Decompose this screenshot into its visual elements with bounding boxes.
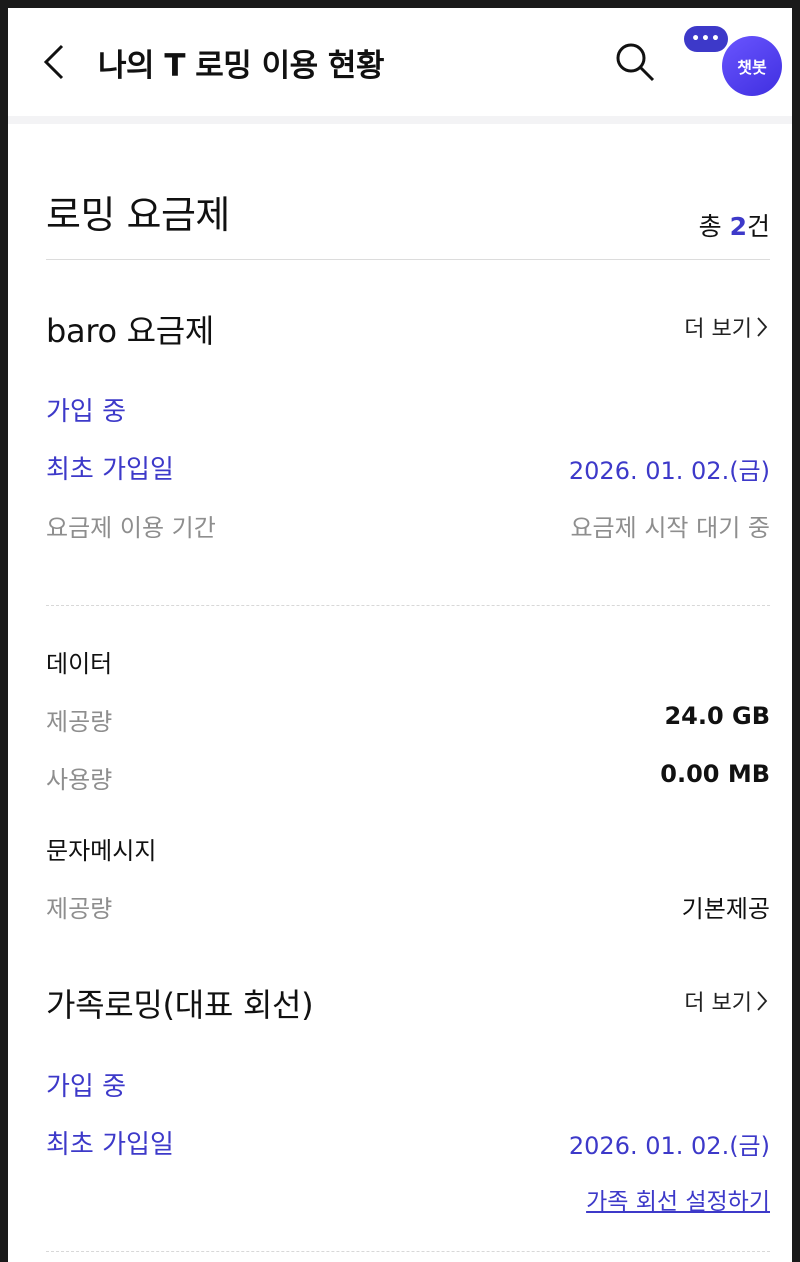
sms-heading: 문자메시지: [46, 837, 157, 865]
total-count: 총 2건: [698, 212, 770, 241]
chevron-right-icon: [757, 317, 768, 337]
chevron-right-icon: [757, 991, 768, 1011]
plan-more-button[interactable]: 더 보기: [684, 311, 768, 343]
chatbot-button[interactable]: ••• 챗봇: [684, 26, 784, 106]
data-provided-label: 제공량: [46, 708, 113, 736]
dashed-divider: [46, 605, 770, 606]
section-divider: [46, 259, 770, 260]
search-icon: [616, 43, 655, 82]
back-button[interactable]: [38, 42, 68, 82]
status-badge: 가입 중: [46, 1072, 127, 1102]
data-used-label: 사용량: [46, 766, 113, 794]
chat-dots-icon: •••: [684, 26, 728, 52]
sms-provided-value: 기본제공: [681, 895, 770, 923]
period-value: 요금제 시작 대기 중: [570, 514, 770, 542]
first-join-label: 최초 가입일: [46, 1130, 174, 1160]
plan-name: baro 요금제: [46, 312, 215, 350]
data-used-value: 0.00 MB: [660, 760, 770, 788]
sms-provided-label: 제공량: [46, 895, 113, 923]
app-screen: 나의 T 로밍 이용 현황 ••• 챗봇 로밍 요금제 총 2건 baro 요금…: [8, 8, 792, 1262]
chatbot-avatar: 챗봇: [722, 36, 782, 96]
plan-more-button[interactable]: 더 보기: [684, 985, 768, 1017]
section-title: 로밍 요금제: [46, 193, 230, 237]
first-join-value: 2026. 01. 02.(금): [568, 1132, 770, 1160]
header-divider: [8, 116, 792, 124]
search-button[interactable]: [613, 40, 657, 84]
top-app-bar: 나의 T 로밍 이용 현황 ••• 챗봇: [8, 8, 792, 116]
plan-name: 가족로밍(대표 회선): [46, 986, 314, 1024]
first-join-label: 최초 가입일: [46, 455, 174, 485]
data-provided-value: 24.0 GB: [664, 702, 770, 730]
period-label: 요금제 이용 기간: [46, 514, 216, 542]
data-heading: 데이터: [46, 650, 113, 678]
back-arrow-icon: [43, 44, 64, 80]
first-join-value: 2026. 01. 02.(금): [568, 457, 770, 485]
page-title: 나의 T 로밍 이용 현황: [98, 48, 384, 84]
dashed-divider: [46, 1251, 770, 1252]
family-line-settings-link[interactable]: 가족 회선 설정하기: [586, 1182, 770, 1216]
chatbot-label: 챗봇: [737, 58, 767, 77]
status-badge: 가입 중: [46, 397, 127, 427]
